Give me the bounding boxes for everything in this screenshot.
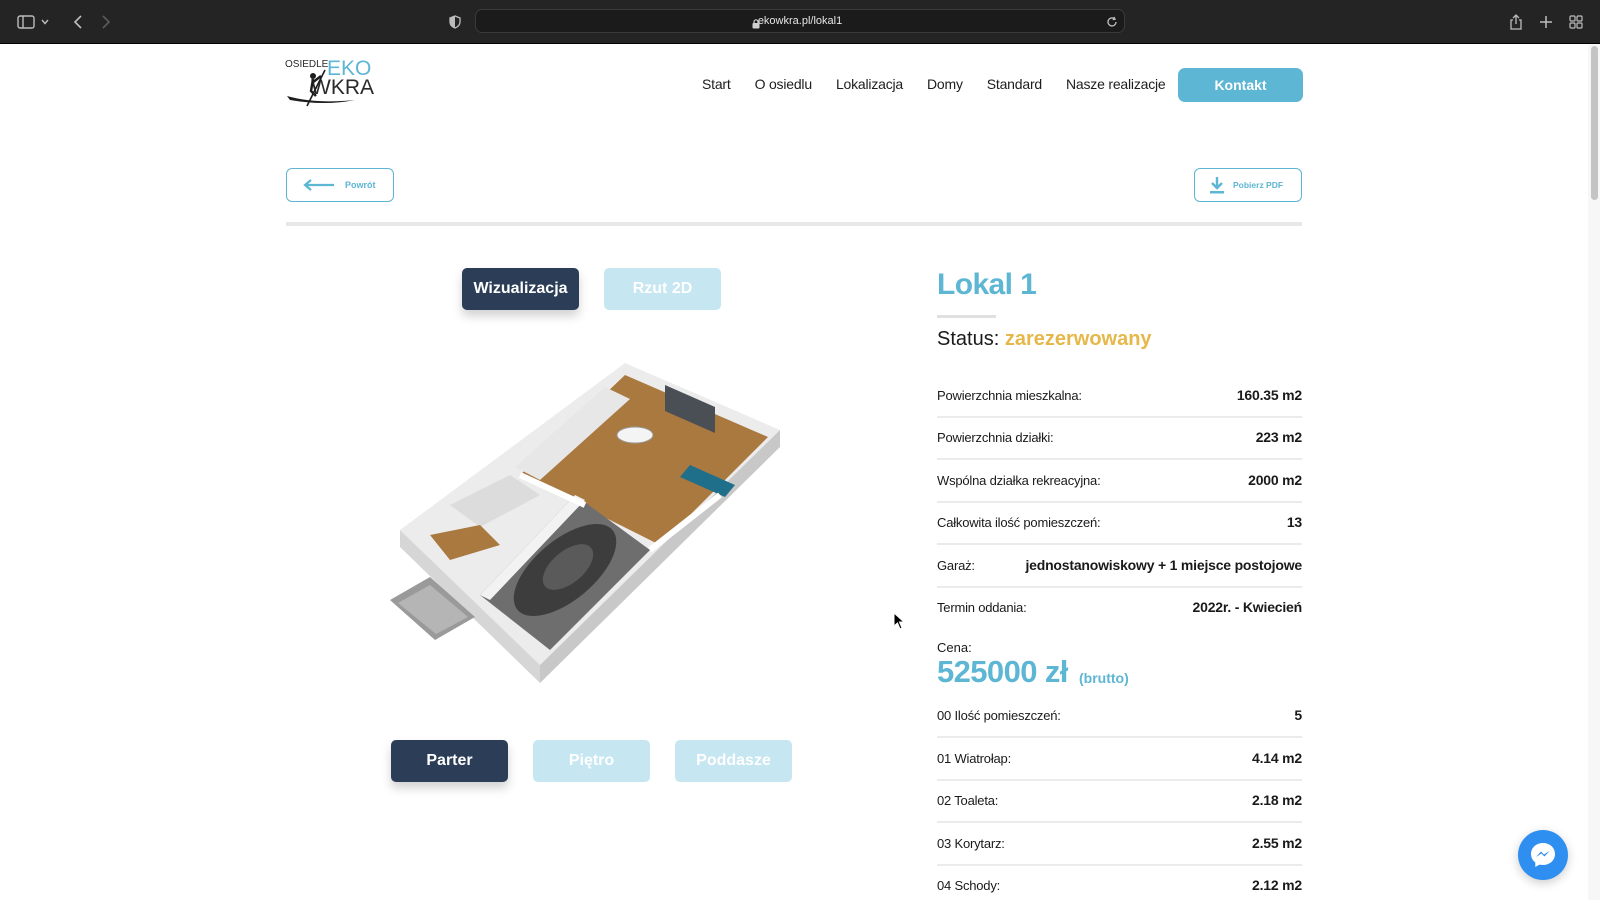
- browser-toolbar: ekowkra.pl/lokal1: [0, 0, 1600, 44]
- spec-value: 2000 m2: [1248, 472, 1302, 488]
- nav-nasze-realizacje[interactable]: Nasze realizacje: [1066, 76, 1166, 92]
- room-value: 2.18 m2: [1252, 792, 1302, 808]
- tab-rzut-2d[interactable]: Rzut 2D: [604, 268, 721, 310]
- room-label: 01 Wiatrołap:: [937, 751, 1011, 766]
- messenger-chat-button[interactable]: [1518, 830, 1568, 880]
- room-label: 04 Schody:: [937, 878, 1001, 893]
- spec-row: Powierzchnia mieszkalna: 160.35 m2: [937, 376, 1302, 418]
- spec-label: Powierzchnia mieszkalna:: [937, 388, 1082, 403]
- room-value: 2.55 m2: [1252, 835, 1302, 851]
- spec-row: Wspólna działka rekreacyjna: 2000 m2: [937, 461, 1302, 503]
- status-label: Status:: [937, 328, 1000, 350]
- forward-icon[interactable]: [94, 10, 118, 34]
- spec-label: Powierzchnia działki:: [937, 430, 1054, 445]
- shield-icon[interactable]: [443, 10, 467, 34]
- back-button[interactable]: Powrót: [286, 168, 394, 202]
- spec-label: Termin oddania:: [937, 600, 1027, 615]
- main-nav: Start O osiedlu Lokalizacja Domy Standar…: [702, 76, 1166, 92]
- messenger-icon: [1531, 843, 1555, 867]
- download-icon: [1210, 177, 1224, 194]
- spec-label: Garaż:: [937, 558, 975, 573]
- address-bar[interactable]: ekowkra.pl/lokal1: [475, 9, 1125, 33]
- price-value: 525000 zł: [937, 654, 1068, 689]
- tab-overview-icon[interactable]: [1564, 10, 1588, 34]
- price-note: (brutto): [1079, 670, 1129, 686]
- room-row: 01 Wiatrołap: 4.14 m2: [937, 739, 1302, 781]
- arrow-left-icon: [303, 179, 334, 191]
- header-divider: [286, 222, 1302, 226]
- spec-value: jednostanowiskowy + 1 miejsce postojowe: [1025, 557, 1302, 573]
- floor-plan-render: [390, 363, 780, 683]
- page-title: Lokal 1: [937, 268, 1037, 301]
- nav-o-osiedlu[interactable]: O osiedlu: [755, 76, 813, 92]
- tab-pietro[interactable]: Piętro: [533, 740, 650, 782]
- room-row: 00 Ilość pomieszczeń: 5: [937, 696, 1302, 738]
- nav-lokalizacja[interactable]: Lokalizacja: [836, 76, 903, 92]
- room-row: 03 Korytarz: 2.55 m2: [937, 824, 1302, 866]
- nav-standard[interactable]: Standard: [987, 76, 1042, 92]
- mouse-cursor-icon: [893, 612, 905, 630]
- tab-parter[interactable]: Parter: [391, 740, 508, 782]
- new-tab-icon[interactable]: [1534, 10, 1558, 34]
- spec-label: Całkowita ilość pomieszczeń:: [937, 515, 1101, 530]
- title-underline: [937, 315, 996, 318]
- room-label: 00 Ilość pomieszczeń:: [937, 708, 1061, 723]
- spec-row: Powierzchnia działki: 223 m2: [937, 418, 1302, 460]
- contact-button[interactable]: Kontakt: [1178, 68, 1303, 102]
- download-pdf-button[interactable]: Pobierz PDF: [1194, 168, 1302, 202]
- back-icon[interactable]: [66, 10, 90, 34]
- spec-row: Garaż: jednostanowiskowy + 1 miejsce pos…: [937, 546, 1302, 588]
- spec-row: Całkowita ilość pomieszczeń: 13: [937, 503, 1302, 545]
- logo-text-osiedle: OSIEDLE: [285, 59, 329, 70]
- back-button-label: Powrót: [345, 180, 376, 190]
- status-line: Status: zarezerwowany: [937, 328, 1152, 351]
- url-text: ekowkra.pl/lokal1: [757, 15, 843, 27]
- tab-wizualizacja[interactable]: Wizualizacja: [462, 268, 579, 310]
- nav-start[interactable]: Start: [702, 76, 731, 92]
- room-row: 02 Toaleta: 2.18 m2: [937, 781, 1302, 823]
- price-label: Cena:: [937, 640, 972, 655]
- room-value: 5: [1294, 707, 1302, 723]
- room-value: 4.14 m2: [1252, 750, 1302, 766]
- room-value: 2.12 m2: [1252, 877, 1302, 893]
- room-row: 04 Schody: 2.12 m2: [937, 866, 1302, 900]
- site-logo[interactable]: OSIEDLE EKO WKRA: [285, 56, 395, 110]
- tab-poddasze[interactable]: Poddasze: [675, 740, 792, 782]
- status-badge: zarezerwowany: [1004, 328, 1152, 350]
- page-scrollbar-thumb[interactable]: [1591, 46, 1598, 200]
- spec-value: 223 m2: [1255, 429, 1302, 445]
- reload-icon[interactable]: [1106, 15, 1118, 33]
- room-label: 03 Korytarz:: [937, 836, 1005, 851]
- chevron-down-icon[interactable]: [38, 10, 52, 34]
- spec-label: Wspólna działka rekreacyjna:: [937, 473, 1101, 488]
- spec-value: 160.35 m2: [1236, 387, 1302, 403]
- share-icon[interactable]: [1504, 10, 1528, 34]
- spec-value: 13: [1286, 514, 1302, 530]
- spec-value: 2022r. - Kwiecień: [1192, 599, 1303, 615]
- room-label: 02 Toaleta:: [937, 793, 999, 808]
- nav-domy[interactable]: Domy: [927, 76, 963, 92]
- download-pdf-label: Pobierz PDF: [1233, 180, 1284, 190]
- spec-row: Termin oddania: 2022r. - Kwiecień: [937, 588, 1302, 630]
- sidebar-icon[interactable]: [14, 10, 38, 34]
